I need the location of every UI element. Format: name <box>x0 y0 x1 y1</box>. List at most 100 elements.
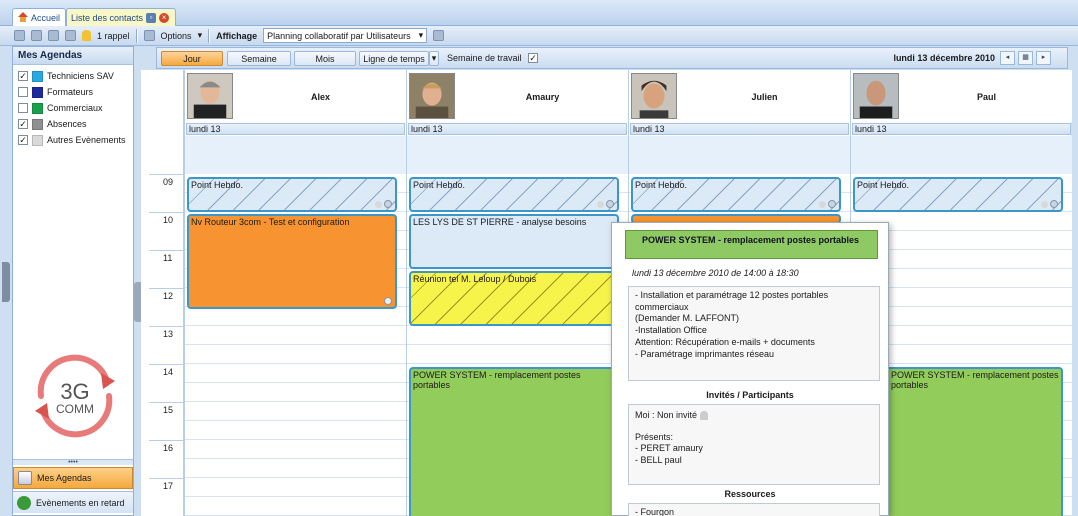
restore-icon[interactable]: ▫ <box>146 12 157 23</box>
day-header[interactable]: lundi 13 <box>852 123 1071 135</box>
tab-bar: Accueil Liste des contacts ▫ × <box>0 0 1078 26</box>
refresh-icon[interactable] <box>31 30 42 41</box>
hour-label: 14 <box>163 367 174 377</box>
day-header[interactable]: lundi 13 <box>408 123 627 135</box>
my-calendars-button[interactable]: Mes Agendas <box>13 467 133 489</box>
participants-box: Moi : Non invité Présents: - PERET amaur… <box>628 404 880 485</box>
calendar-item-label: Formateurs <box>47 87 94 97</box>
hour-label: 11 <box>163 253 173 263</box>
color-swatch <box>32 102 43 114</box>
event-title: LES LYS DE ST PIERRE - analyse besoins <box>413 217 587 227</box>
today-icon[interactable]: ▦ <box>1018 51 1033 65</box>
avatar <box>631 73 677 119</box>
column-name: Amaury <box>525 92 560 102</box>
event-title: Point Hebdo. <box>857 180 910 190</box>
hour-label: 13 <box>163 329 174 339</box>
participants-icon <box>375 201 382 208</box>
workweek-label: Semaine de travail <box>447 53 522 63</box>
calendar-grid: 09 10 11 12 13 14 15 16 17 Alex lundi 13… <box>141 70 1072 516</box>
recurring-icon <box>828 200 836 208</box>
all-day-area[interactable] <box>629 136 850 174</box>
calendar-item-techniciens[interactable]: ✓ Techniciens SAV <box>13 68 133 84</box>
prev-arrow-icon[interactable]: ◂ <box>1000 51 1015 65</box>
checkbox[interactable] <box>18 87 28 97</box>
checkbox[interactable]: ✓ <box>18 71 28 81</box>
hour-label: 10 <box>163 215 174 225</box>
user-column-amaury: Amaury lundi 13 Point Hebdo. LES LYS DE … <box>406 70 628 516</box>
reminder-button[interactable]: 1 rappel <box>97 31 130 41</box>
color-swatch <box>32 86 43 98</box>
time-column: 09 10 11 12 13 14 15 16 17 <box>141 70 184 516</box>
all-day-area[interactable] <box>185 136 406 174</box>
event-detail-popup: POWER SYSTEM - remplacement postes porta… <box>611 222 889 516</box>
tab-home-label: Accueil <box>31 12 61 23</box>
event-point-hebdo[interactable]: Point Hebdo. <box>631 177 841 212</box>
avatar <box>187 73 233 119</box>
event-reunion-leloup[interactable]: Réunion tel M. Leloup / Dubois <box>409 271 619 326</box>
options-button[interactable]: Options <box>161 31 192 41</box>
popup-title: POWER SYSTEM - remplacement postes porta… <box>625 230 878 259</box>
workweek-checkbox[interactable]: ✓ <box>528 53 538 63</box>
checkbox[interactable] <box>18 103 28 113</box>
participants-title: Invités / Participants <box>706 390 794 400</box>
print-icon[interactable] <box>65 30 76 41</box>
event-point-hebdo[interactable]: Point Hebdo. <box>853 177 1063 212</box>
all-day-area[interactable] <box>407 136 628 174</box>
popup-date: lundi 13 décembre 2010 de 14:00 à 18:30 <box>632 268 799 278</box>
event-lys-st-pierre[interactable]: LES LYS DE ST PIERRE - analyse besoins <box>409 214 619 269</box>
checkbox[interactable]: ✓ <box>18 119 28 129</box>
avatar <box>409 73 455 119</box>
event-point-hebdo[interactable]: Point Hebdo. <box>187 177 397 212</box>
day-header[interactable]: lundi 13 <box>630 123 849 135</box>
panel-splitter[interactable]: •••• <box>13 459 133 466</box>
tab-contacts-label: Liste des contacts <box>71 12 144 23</box>
view-month-button[interactable]: Mois <box>294 51 356 66</box>
sidebar-title: Mes Agendas <box>13 47 133 65</box>
next-arrow-icon[interactable]: ▸ <box>1036 51 1051 65</box>
late-events-button[interactable]: Evènements en retard <box>13 491 133 513</box>
description-line: -Installation Office <box>635 325 707 336</box>
toolbar-separator <box>208 28 211 43</box>
event-title: Point Hebdo. <box>191 180 244 190</box>
resource-item: - Fourgon <box>635 507 675 516</box>
view-timeline-button[interactable]: Ligne de temps <box>359 51 429 66</box>
calendar-item-commerciaux[interactable]: Commerciaux <box>13 100 133 116</box>
view-week-button[interactable]: Semaine <box>227 51 291 66</box>
company-logo: 3G COMM <box>35 354 115 438</box>
user-icon <box>384 297 392 305</box>
close-icon[interactable]: × <box>159 12 170 23</box>
event-title: Nv Routeur 3com - Test et configuration <box>191 217 350 227</box>
collapse-left-handle[interactable] <box>2 262 10 302</box>
column-header: Amaury <box>407 70 628 122</box>
logo-text: 3G <box>60 379 89 404</box>
display-select[interactable]: Planning collaboratif par Utilisateurs ▾ <box>263 28 428 43</box>
collapse-sidebar-handle[interactable] <box>134 282 141 322</box>
tab-contacts[interactable]: Liste des contacts ▫ × <box>66 8 176 26</box>
all-day-area[interactable] <box>851 136 1072 174</box>
filter-icon[interactable] <box>433 30 445 41</box>
chevron-down-icon: ▾ <box>418 30 424 40</box>
new-icon[interactable] <box>14 30 25 41</box>
main-toolbar: 1 rappel Options ▾ Affichage Planning co… <box>0 26 1078 46</box>
chevron-down-icon[interactable]: ▾ <box>429 51 439 66</box>
bell-icon <box>82 30 91 41</box>
calendar-item-absences[interactable]: ✓ Absences <box>13 116 133 132</box>
view-day-button[interactable]: Jour <box>161 51 223 66</box>
chevron-down-icon[interactable]: ▾ <box>198 30 203 41</box>
event-title: POWER SYSTEM - remplacement postes porta… <box>413 370 581 390</box>
present-label: Présents: <box>635 431 674 442</box>
hour-label: 17 <box>163 481 174 491</box>
checkbox[interactable]: ✓ <box>18 135 28 145</box>
description-line: (Demander M. LAFFONT) <box>635 313 740 324</box>
sync-icon[interactable] <box>48 30 59 41</box>
event-point-hebdo[interactable]: Point Hebdo. <box>409 177 619 212</box>
user-column-alex: Alex lundi 13 Point Hebdo. Nv Routeur 3c… <box>184 70 406 516</box>
view-bar: Jour Semaine Mois Ligne de temps ▾ Semai… <box>156 47 1068 69</box>
calendar-item-autres[interactable]: ✓ Autres Evènements <box>13 132 133 148</box>
home-icon <box>17 12 28 23</box>
calendar-item-formateurs[interactable]: Formateurs <box>13 84 133 100</box>
day-header[interactable]: lundi 13 <box>186 123 405 135</box>
event-routeur[interactable]: Nv Routeur 3com - Test et configuration <box>187 214 397 309</box>
event-power-system[interactable]: POWER SYSTEM - remplacement postes porta… <box>409 367 619 516</box>
tab-home[interactable]: Accueil <box>12 8 66 26</box>
